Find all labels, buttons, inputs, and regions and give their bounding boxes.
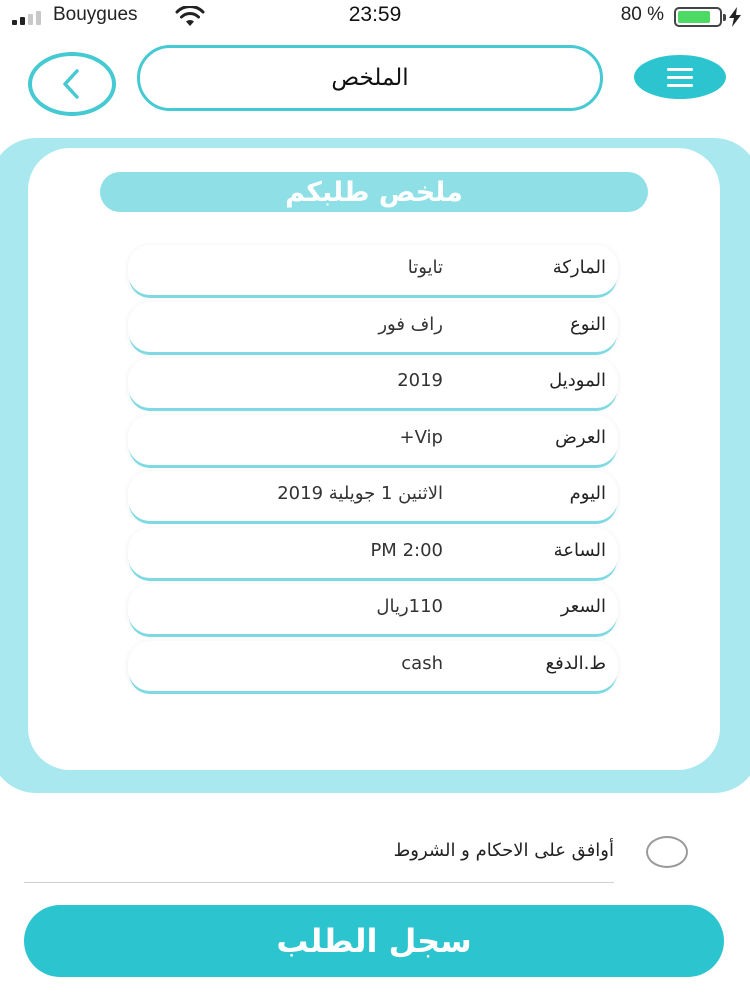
row-label: الماركة — [552, 257, 606, 278]
divider — [24, 882, 614, 883]
row-label: النوع — [570, 313, 606, 335]
hamburger-menu-icon — [667, 67, 693, 71]
row-label: الموديل — [549, 370, 606, 391]
row-label: اليوم — [569, 483, 606, 504]
chevron-left-icon — [63, 69, 79, 99]
row-value: تايوتا — [407, 257, 443, 278]
terms-label: أوافق على الاحكام و الشروط — [393, 840, 614, 861]
row-value: 2019 — [397, 370, 443, 391]
battery-icon — [674, 7, 726, 27]
summary-row-model: الموديل 2019 — [128, 358, 618, 408]
row-value: راف فور — [378, 313, 443, 335]
summary-row-price: السعر 110ريال — [128, 584, 618, 634]
status-bar: Bouygues 23:59 80 % — [0, 0, 750, 34]
summary-row-payment: ط.الدفع cash — [128, 640, 618, 691]
row-label: العرض — [555, 426, 606, 448]
summary-row-time: الساعة 2:00 PM — [128, 527, 618, 578]
submit-order-button[interactable]: سجل الطلب — [24, 905, 724, 977]
terms-radio-button[interactable] — [646, 836, 688, 868]
summary-row-brand: الماركة تايوتا — [128, 245, 618, 295]
summary-title: ملخص طلبكم — [100, 172, 648, 212]
row-value: 2:00 PM — [370, 539, 443, 561]
row-value: cash — [401, 652, 443, 674]
row-label: الساعة — [553, 539, 606, 561]
row-value: الاثنين 1 جويلية 2019 — [277, 483, 443, 504]
summary-row-day: اليوم الاثنين 1 جويلية 2019 — [128, 471, 618, 521]
row-value: 110ريال — [376, 596, 443, 617]
battery-fill — [678, 11, 710, 23]
menu-button[interactable] — [634, 55, 726, 99]
page-title: الملخص — [137, 45, 603, 111]
charging-bolt-icon — [729, 7, 741, 27]
summary-row-offer: العرض Vip+ — [128, 414, 618, 465]
summary-row-type: النوع راف فور — [128, 301, 618, 352]
summary-list: الماركة تايوتا النوع راف فور الموديل 201… — [128, 245, 618, 697]
row-value: Vip+ — [399, 426, 443, 448]
battery-percent: 80 % — [620, 4, 664, 25]
row-label: ط.الدفع — [545, 652, 607, 674]
back-button[interactable] — [28, 52, 116, 116]
row-label: السعر — [560, 596, 606, 617]
